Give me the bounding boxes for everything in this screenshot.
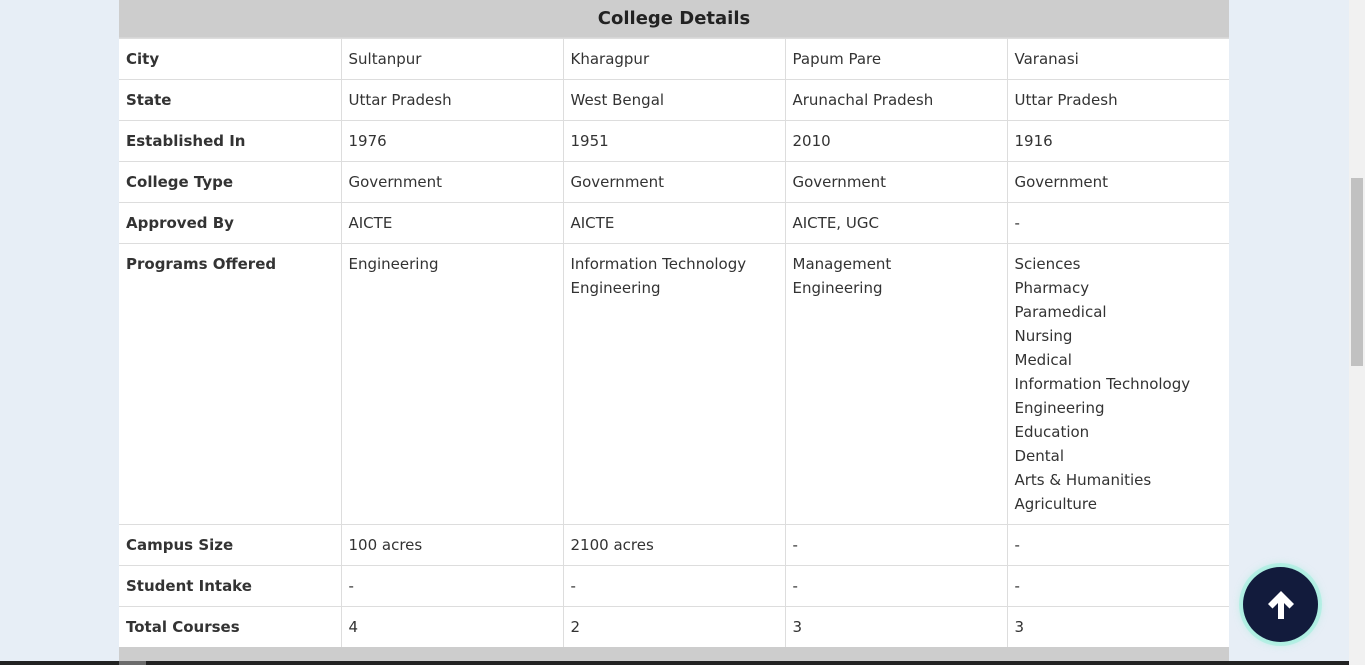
table-cell: 2100 acres [562, 524, 786, 566]
table-cell: - [340, 565, 564, 607]
table-cell: 1951 [562, 120, 786, 162]
table-cell: 4 [340, 606, 564, 648]
table-cell: Uttar Pradesh [1006, 79, 1229, 121]
horizontal-scrollbar-thumb[interactable] [119, 661, 146, 665]
program-item: Engineering [348, 255, 439, 273]
table-cell: Sultanpur [340, 38, 564, 80]
table-cell: AICTE, UGC [784, 202, 1008, 244]
table-cell: - [1006, 565, 1229, 607]
table-cell: - [784, 565, 1008, 607]
program-item: Engineering [792, 279, 883, 297]
table-cell: Papum Pare [784, 38, 1008, 80]
programs-cell: Engineering [340, 243, 564, 525]
row-label: Campus Size [119, 524, 342, 566]
table-row-campus-size: Campus Size 100 acres 2100 acres - - [119, 524, 1229, 566]
programs-cell: Information Technology Engineering [562, 243, 786, 525]
table-cell: Varanasi [1006, 38, 1229, 80]
row-label: Approved By [119, 202, 342, 244]
program-item: Nursing [1014, 327, 1073, 345]
table-row-state: State Uttar Pradesh West Bengal Arunacha… [119, 79, 1229, 121]
row-label: Established In [119, 120, 342, 162]
table-cell: West Bengal [562, 79, 786, 121]
table-cell: Uttar Pradesh [340, 79, 564, 121]
table-row-student-intake: Student Intake - - - - [119, 565, 1229, 607]
table-cell: 1916 [1006, 120, 1229, 162]
table-cell: Kharagpur [562, 38, 786, 80]
table-row-approved-by: Approved By AICTE AICTE AICTE, UGC - [119, 202, 1229, 244]
table-cell: - [1006, 524, 1229, 566]
table-cell: Arunachal Pradesh [784, 79, 1008, 121]
horizontal-scrollbar[interactable] [0, 661, 1349, 665]
programs-cell: Sciences Pharmacy Paramedical Nursing Me… [1006, 243, 1229, 525]
table-cell: AICTE [562, 202, 786, 244]
table-cell: Government [340, 161, 564, 203]
back-to-top-button[interactable] [1243, 567, 1318, 642]
table-cell: AICTE [340, 202, 564, 244]
table-cell: Government [562, 161, 786, 203]
program-item: Arts & Humanities [1014, 471, 1152, 489]
page-viewport: College Details City Sultanpur Kharagpur… [0, 0, 1365, 665]
program-item: Engineering [570, 279, 661, 297]
table-cell: 1976 [340, 120, 564, 162]
row-label: College Type [119, 161, 342, 203]
college-details-table: City Sultanpur Kharagpur Papum Pare Vara… [119, 38, 1229, 648]
program-item: Paramedical [1014, 303, 1107, 321]
table-row-total-courses: Total Courses 4 2 3 3 [119, 606, 1229, 648]
programs-cell: Management Engineering [784, 243, 1008, 525]
program-item: Management [792, 255, 892, 273]
program-item: Information Technology [1014, 375, 1191, 393]
table-cell: 100 acres [340, 524, 564, 566]
table-cell: 3 [1006, 606, 1229, 648]
row-label: State [119, 79, 342, 121]
program-item: Education [1014, 423, 1090, 441]
program-item: Dental [1014, 447, 1065, 465]
table-row-college-type: College Type Government Government Gover… [119, 161, 1229, 203]
program-item: Agriculture [1014, 495, 1098, 513]
table-cell: Government [784, 161, 1008, 203]
row-label: Student Intake [119, 565, 342, 607]
arrow-up-icon [1267, 590, 1294, 619]
table-row-programs: Programs Offered Engineering Information… [119, 243, 1229, 525]
table-cell: 3 [784, 606, 1008, 648]
vertical-scrollbar[interactable] [1349, 0, 1365, 665]
table-cell: - [562, 565, 786, 607]
program-item: Medical [1014, 351, 1072, 369]
row-label: City [119, 38, 342, 80]
table-cell: - [784, 524, 1008, 566]
program-item: Engineering [1014, 399, 1105, 417]
program-item: Information Technology [570, 255, 747, 273]
row-label: Total Courses [119, 606, 342, 648]
section-title: College Details [119, 0, 1229, 38]
program-item: Pharmacy [1014, 279, 1090, 297]
college-details-section: College Details City Sultanpur Kharagpur… [119, 0, 1229, 648]
table-cell: - [1006, 202, 1229, 244]
table-row-established: Established In 1976 1951 2010 1916 [119, 120, 1229, 162]
table-cell: 2 [562, 606, 786, 648]
table-row-city: City Sultanpur Kharagpur Papum Pare Vara… [119, 38, 1229, 80]
table-cell: Government [1006, 161, 1229, 203]
program-item: Sciences [1014, 255, 1081, 273]
table-cell: 2010 [784, 120, 1008, 162]
row-label: Programs Offered [119, 243, 342, 525]
vertical-scrollbar-thumb[interactable] [1351, 178, 1363, 366]
